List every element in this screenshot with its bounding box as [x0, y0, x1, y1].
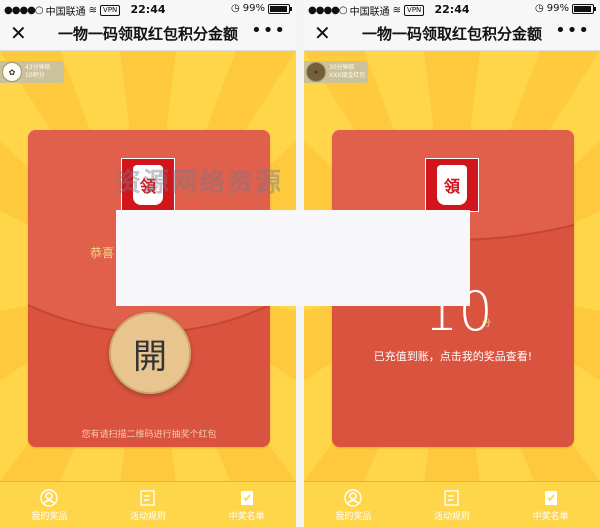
recharge-message[interactable]: 已充值到账，点击我的奖品查看!: [332, 348, 574, 364]
avatar: ✦: [306, 62, 326, 82]
bottom-tab-bar: 我的奖品 活动规则 中奖名单: [304, 481, 600, 527]
scan-tip-text: 您有请扫描二维码进行抽奖个红包: [81, 430, 217, 440]
watermark-text: 资源网络资源: [115, 168, 284, 198]
tab-label: 我的奖品: [335, 511, 372, 522]
user-icon: [40, 488, 59, 507]
tab-winner-list[interactable]: 中奖名单: [197, 482, 296, 527]
page-title: 一物一码领取红包积分金额: [361, 25, 542, 43]
congrats-text: 恭喜: [90, 246, 115, 260]
checklist-icon: [240, 490, 253, 505]
notice-prize: XXX现金红包: [329, 72, 366, 79]
winner-notice-text: 30分钟前 XXX现金红包: [329, 64, 365, 80]
tab-label: 中奖名单: [228, 511, 265, 522]
battery-icon: [268, 3, 292, 14]
navigation-bar: ✕ 一物一码领取红包积分金额 •••: [0, 18, 296, 51]
tab-label: 活动规则: [130, 511, 167, 522]
document-edit-icon: [140, 489, 155, 506]
checklist-icon: [544, 490, 557, 505]
winner-notice-text: 43分钟前 10积分: [25, 64, 51, 80]
tab-winner-list[interactable]: 中奖名单: [501, 482, 600, 527]
user-icon: [344, 488, 363, 507]
winner-notice: ✿ 43分钟前 10积分: [0, 61, 64, 83]
brand-logo: 領: [425, 158, 479, 212]
notice-time: 30分钟前: [329, 64, 355, 71]
battery-percent: 99%: [546, 3, 569, 14]
close-icon[interactable]: ✕: [314, 22, 331, 44]
tab-label: 中奖名单: [532, 511, 569, 522]
open-envelope-button[interactable]: 開: [109, 312, 191, 394]
tab-my-prizes[interactable]: 我的奖品: [0, 482, 99, 527]
page-title: 一物一码领取红包积分金额: [57, 25, 238, 43]
redaction-box: [116, 210, 470, 306]
winner-notice: ✦ 30分钟前 XXX现金红包: [304, 61, 368, 83]
more-options-icon[interactable]: •••: [251, 20, 286, 41]
bottom-tab-bar: 我的奖品 活动规则 中奖名单: [0, 481, 296, 527]
alarm-icon: ◷: [231, 3, 240, 14]
status-bar: ●●●●○ 中国联通 ≋ VPN 22:44 ◷ 99%: [0, 0, 296, 18]
battery-percent: 99%: [242, 3, 265, 14]
more-options-icon[interactable]: •••: [555, 20, 590, 41]
navigation-bar: ✕ 一物一码领取红包积分金额 •••: [304, 18, 600, 51]
status-right-group: ◷ 99%: [231, 3, 292, 14]
seal-icon: 領: [437, 165, 467, 205]
alarm-icon: ◷: [535, 3, 544, 14]
tab-activity-rules[interactable]: 活动规则: [99, 482, 198, 527]
tab-label: 活动规则: [434, 511, 471, 522]
document-edit-icon: [444, 489, 459, 506]
tab-activity-rules[interactable]: 活动规则: [403, 482, 502, 527]
notice-prize: 10积分: [25, 72, 45, 79]
avatar: ✿: [2, 62, 22, 82]
status-right-group: ◷ 99%: [535, 3, 596, 14]
notice-time: 43分钟前: [25, 64, 51, 71]
battery-icon: [572, 3, 596, 14]
prize-unit: 分: [482, 319, 492, 329]
status-bar: ●●●●○ 中国联通 ≋ VPN 22:44 ◷ 99%: [304, 0, 600, 18]
close-icon[interactable]: ✕: [10, 22, 27, 44]
tab-label: 我的奖品: [31, 511, 68, 522]
tab-my-prizes[interactable]: 我的奖品: [304, 482, 403, 527]
